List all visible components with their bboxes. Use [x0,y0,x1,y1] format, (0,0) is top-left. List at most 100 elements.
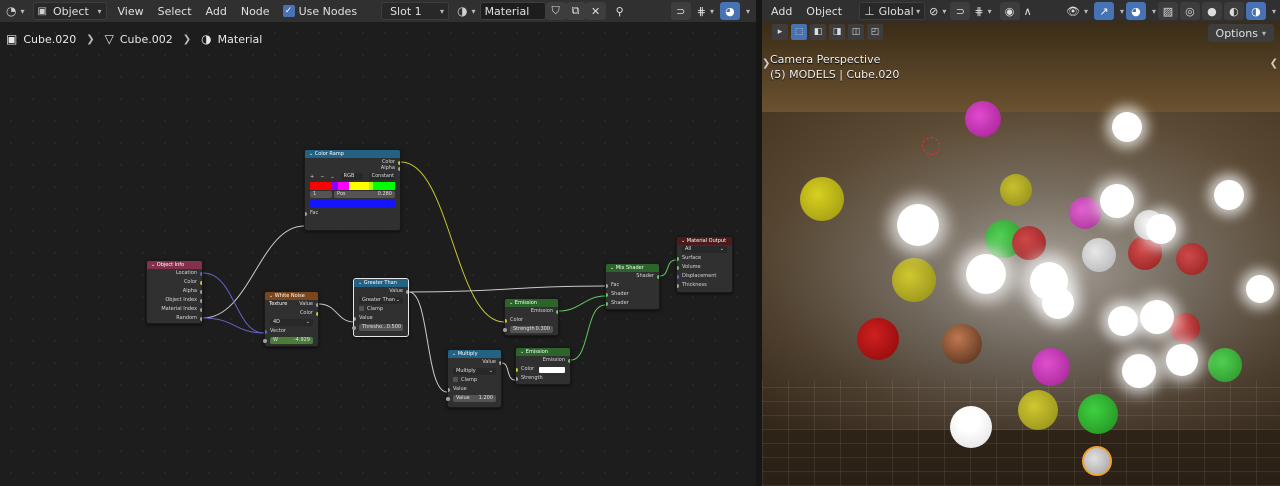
socket-shader[interactable] [677,256,679,261]
color-mode-select[interactable]: RGB [340,173,363,180]
socket-shader[interactable] [568,358,570,363]
material-shading-icon[interactable]: ◐ [1223,2,1244,20]
node-mix-shader[interactable]: Mix Shader Shader Fac Shader Shader [605,263,660,310]
checkbox[interactable] [453,377,458,382]
sphere-magenta[interactable] [1069,197,1101,229]
sphere-magenta[interactable] [965,101,1001,137]
node-color-ramp[interactable]: Color Ramp Color Alpha +−⌄ RGB Constant … [304,149,401,231]
chevron-down-icon[interactable]: ▾ [1272,7,1276,16]
transform-orientation-dropdown[interactable]: ⊥ Global ▾ [859,2,926,20]
dimensions-select[interactable]: 4D ⌄ [270,319,313,326]
socket-float[interactable] [352,325,356,330]
visibility-dropdown[interactable]: 👁 ▾ [1062,2,1092,20]
sphere-emissive[interactable] [1214,180,1244,210]
pivot-dropdown[interactable]: ⊘ ▾ [925,2,950,20]
sphere-yellow[interactable] [1000,174,1032,206]
menu-add[interactable]: Add [764,2,799,20]
select-box-new-icon[interactable]: ⬚ [791,24,807,40]
sphere-emissive[interactable] [966,254,1006,294]
node-material-output[interactable]: Material Output All ⌄ Surface Volume Disp… [676,236,733,293]
rendered-shading-icon[interactable]: ◑ [1245,2,1266,20]
color-swatch[interactable] [539,366,565,373]
sphere-yellow[interactable] [892,258,936,302]
sphere-magenta[interactable] [1032,348,1070,386]
node-emission-2[interactable]: Emission Emission Color Strength [515,347,571,385]
socket-color[interactable] [316,311,318,316]
options-dropdown[interactable]: Options ▾ [1207,24,1274,42]
socket-vector[interactable] [677,274,679,279]
sidebar-expand-icon[interactable]: ❮ [1270,58,1278,69]
sphere-yellow[interactable] [800,177,844,221]
socket-color[interactable] [505,318,507,323]
sphere-red[interactable] [1170,313,1200,343]
sphere-emissive[interactable] [1140,300,1174,334]
strength-field[interactable]: Strength 0.300 [503,326,553,333]
socket-float[interactable] [200,289,202,294]
threshold-field[interactable]: Thresho... 0.500 [352,324,403,331]
sphere-emissive[interactable] [1146,214,1176,244]
socket-float[interactable] [677,283,679,288]
node-emission-1[interactable]: Emission Emission Color Strength0.300 [503,298,559,336]
sphere-red[interactable] [1176,243,1208,275]
sphere-grey[interactable] [1082,238,1116,272]
sphere-yellow[interactable] [1018,390,1058,430]
socket-vector[interactable] [200,271,202,276]
chevron-down-icon[interactable]: ▾ [1152,7,1156,16]
select-box-subtract-icon[interactable]: ◨ [829,24,845,40]
target-select[interactable]: All ⌄ [682,246,727,253]
color-ramp-bar[interactable] [310,182,395,190]
3d-cursor-icon[interactable] [922,137,940,155]
socket-float[interactable] [354,316,356,321]
clamp-checkbox[interactable]: Clamp [448,376,501,385]
sphere-emissive[interactable] [1122,354,1156,388]
node-object-info[interactable]: Object Info Location Color Alpha Object … [146,260,203,324]
sphere-selected[interactable] [1082,446,1112,476]
checkbox[interactable] [359,306,364,311]
sphere-emissive[interactable] [1166,344,1198,376]
solid-shading-icon[interactable]: ● [1201,2,1222,20]
socket-float[interactable] [446,396,450,401]
select-box-intersect-icon[interactable]: ◰ [867,24,883,40]
shader-node-editor[interactable]: ◔ ▾ ▣ Object ▾ View Select Add Node ✓ Use… [0,0,756,486]
sphere-emissive[interactable] [1042,287,1074,319]
gizmo-icon[interactable]: ↗ [1093,2,1114,20]
chevron-down-icon[interactable]: ⌄ [330,173,334,181]
sphere-red[interactable] [1012,226,1046,260]
sphere-red[interactable] [857,318,899,360]
socket-shader[interactable] [606,292,608,297]
socket-shader[interactable] [556,309,558,314]
wireframe-shading-icon[interactable]: ◎ [1179,2,1200,20]
socket-color[interactable] [516,367,518,372]
menu-object[interactable]: Object [799,2,849,20]
add-stop-icon[interactable]: + [310,173,314,181]
remove-stop-icon[interactable]: − [320,173,324,181]
socket-shader[interactable] [657,274,659,279]
socket-float[interactable] [516,376,518,381]
stop-index-field[interactable]: 1 [310,191,332,198]
node-multiply[interactable]: Multiply Value Multiply ⌄ Clamp Value Val… [446,349,502,408]
socket-float[interactable] [200,307,202,312]
socket-float[interactable] [406,289,408,294]
sphere-emissive[interactable] [897,204,939,246]
socket-shader[interactable] [606,301,608,306]
overlays-icon[interactable]: ◕ [1125,2,1146,20]
socket-float[interactable] [200,316,202,321]
interpolation-select[interactable]: Constant [368,173,395,180]
w-field[interactable]: W -4.929 [263,337,313,344]
node-greater-than[interactable]: Greater Than Value Greater Than⌄ Clamp V… [352,278,409,337]
select-box-extend-icon[interactable]: ◧ [810,24,826,40]
stop-color-swatch[interactable] [310,200,395,207]
stop-pos-field[interactable]: Pos 0.280 [334,191,395,198]
tool-cursor-icon[interactable]: ▸ [772,24,788,40]
socket-shader[interactable] [677,265,679,270]
chevron-down-icon[interactable]: ▾ [1120,7,1124,16]
clamp-checkbox[interactable]: Clamp [354,305,408,314]
operation-select[interactable]: Multiply ⌄ [453,368,496,375]
socket-float[interactable] [200,298,202,303]
sphere-emissive[interactable] [1100,184,1134,218]
falloff-icon[interactable]: ∧ [1020,2,1036,20]
snap-icon[interactable]: ⊃ [950,2,971,20]
sphere-green[interactable] [1078,394,1118,434]
socket-float[interactable] [503,327,507,332]
sphere-copper[interactable] [942,324,982,364]
